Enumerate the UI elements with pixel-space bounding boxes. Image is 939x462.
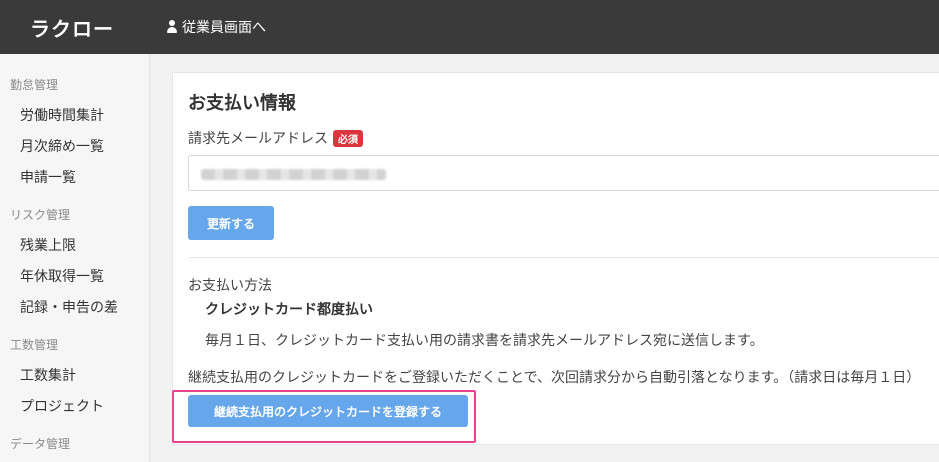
sidebar-item-overtime-limit[interactable]: 残業上限 [20, 235, 76, 255]
section-divider [188, 257, 939, 258]
payment-method-value: クレジットカード都度払い [205, 302, 373, 318]
auto-payment-note: 継続支払用のクレジットカードをご登録いただくことで、次回請求分から自動引落となり… [188, 370, 921, 386]
sidebar-item-requests[interactable]: 申請一覧 [20, 167, 76, 187]
billing-email-label: 請求先メールアドレス [188, 131, 328, 147]
top-navigation-bar: ラクロー 従業員画面へ [0, 0, 939, 54]
sidebar-item-work-hours[interactable]: 労働時間集計 [20, 105, 104, 125]
required-badge: 必須 [333, 130, 363, 147]
sidebar-item-monthly-closing[interactable]: 月次締め一覧 [20, 136, 104, 156]
sidebar-section-risk: リスク管理 [10, 208, 71, 222]
sidebar: 勤怠管理 労働時間集計 月次締め一覧 申請一覧 リスク管理 残業上限 年休取得一… [0, 54, 150, 462]
sidebar-section-attendance: 勤怠管理 [10, 78, 59, 92]
blurred-email-value [201, 169, 386, 180]
sidebar-item-project[interactable]: プロジェクト [20, 396, 104, 416]
billing-email-input[interactable] [188, 155, 939, 191]
sidebar-item-annual-leave[interactable]: 年休取得一覧 [20, 266, 104, 286]
app-logo[interactable]: ラクロー [30, 13, 114, 42]
sidebar-section-manhours: 工数管理 [10, 338, 59, 352]
sidebar-section-data: データ管理 [10, 437, 71, 451]
payment-method-label: お支払い方法 [188, 278, 272, 294]
register-credit-card-button[interactable]: 継続支払用のクレジットカードを登録する [188, 395, 468, 427]
sidebar-item-record-diff[interactable]: 記録・申告の差 [20, 297, 118, 317]
employee-screen-link-label: 従業員画面へ [182, 20, 266, 36]
page-title: お支払い情報 [188, 93, 296, 114]
update-button[interactable]: 更新する [188, 206, 274, 240]
employee-screen-link[interactable]: 従業員画面へ [166, 17, 266, 37]
payment-method-description: 毎月１日、クレジットカード支払い用の請求書を請求先メールアドレス宛に送信します。 [205, 333, 764, 349]
user-icon [166, 20, 178, 34]
sidebar-item-manhour-summary[interactable]: 工数集計 [20, 365, 76, 385]
